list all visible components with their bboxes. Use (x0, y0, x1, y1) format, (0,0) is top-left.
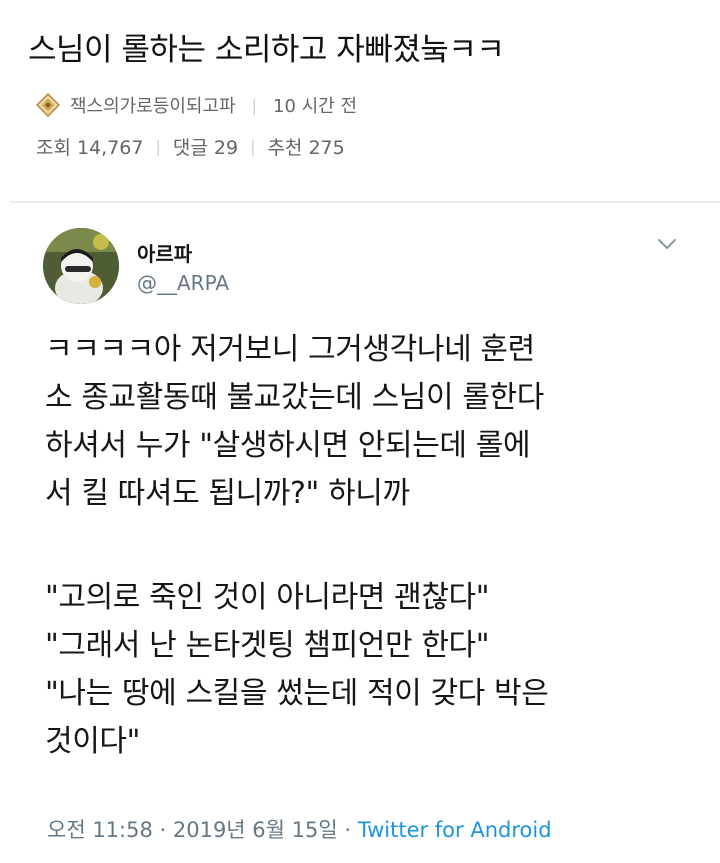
section-divider (10, 201, 720, 203)
author-name[interactable]: 잭스의가로등이되고파 (70, 92, 236, 118)
meta-divider: | (251, 95, 257, 115)
stats-divider: | (250, 137, 256, 156)
tweet-source[interactable]: Twitter for Android (358, 818, 552, 842)
post-stats: 조회 14,767 | 댓글 29 | 추천 275 (36, 133, 345, 160)
view-count: 조회 14,767 (36, 137, 144, 159)
comment-count[interactable]: 댓글 29 (173, 133, 238, 160)
tweet-footer: 오전 11:58 · 2019년 6월 15일 · Twitter for An… (47, 814, 552, 844)
tweet-line: ㅋㅋㅋㅋ아 저거보니 그거생각나네 훈련 (45, 332, 535, 367)
tweet-timestamp[interactable]: 오전 11:58 · 2019년 6월 15일 · (47, 818, 358, 842)
chevron-down-icon[interactable] (656, 236, 678, 252)
tweet-line: 서 킬 따셔도 됩니까?" 하니까 (45, 476, 410, 511)
tweet-line: "나는 땅에 스킬을 썼는데 적이 갖다 박은 (45, 676, 549, 711)
tweet-line: 하셔서 누가 "살생하시면 안되는데 롤에 (45, 428, 531, 463)
post-time: 10 시간 전 (273, 96, 358, 117)
tweet-line: 것이다" (45, 724, 140, 759)
stats-divider: | (155, 137, 161, 156)
page: 스님이 롤하는 소리하고 자빠졌눜ㅋㅋ 잭스의가로등이되고파 | 10 시간 전… (0, 0, 720, 863)
tweet-author-handle[interactable]: @__ARPA (137, 271, 229, 295)
post-title: 스님이 롤하는 소리하고 자빠졌눜ㅋㅋ (28, 32, 505, 68)
tweet-line: "그래서 난 논타겟팅 챔피언만 한다" (45, 628, 490, 663)
tweet-text: ㅋㅋㅋㅋ아 저거보니 그거생각나네 훈련 소 종교활동때 불교갔는데 스님이 롤… (45, 326, 685, 766)
recommend-count: 추천 275 (267, 137, 345, 159)
diamond-rank-icon (36, 93, 60, 117)
tweet-line: "고의로 죽인 것이 아니라면 괜찮다" (45, 580, 490, 615)
tweet-author-name[interactable]: 아르파 (137, 238, 192, 267)
avatar[interactable] (43, 228, 119, 304)
tweet-line: 소 종교활동때 불교갔는데 스님이 롤한다 (45, 380, 544, 415)
post-meta-author: 잭스의가로등이되고파 | 10 시간 전 (36, 92, 357, 118)
